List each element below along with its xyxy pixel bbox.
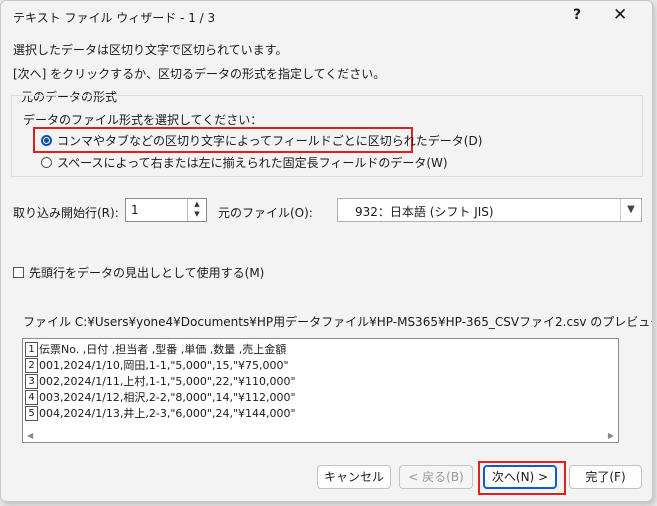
intro-line-2: [次へ] をクリックするか、区切るデータの形式を指定してください。 xyxy=(13,67,386,81)
origin-value: 932：日本語 (シフト JIS) xyxy=(355,205,494,219)
preview-row-text: 001,2024/1/10,岡田,1-1,"5,000",15,"¥75,000… xyxy=(39,359,289,372)
radio-unselected-icon xyxy=(41,157,52,168)
start-row-value: 1 xyxy=(131,203,139,217)
radio-fixed-width-label: スペースによって右または左に揃えられた固定長フィールドのデータ(W) xyxy=(57,156,448,170)
preview-row-number: 1 xyxy=(25,342,38,357)
finish-button[interactable]: 完了(F) xyxy=(569,465,642,489)
window-title: テキスト ファイル ウィザード - 1 / 3 xyxy=(13,11,216,25)
scroll-right-icon[interactable]: ▶ xyxy=(608,431,614,440)
preview-row-number: 3 xyxy=(25,374,38,389)
preview-row-number: 2 xyxy=(25,358,38,373)
preview-row-text: 003,2024/1/12,相沢,2-2,"8,000",14,"¥112,00… xyxy=(39,391,296,404)
preview-row: 4 003,2024/1/12,相沢,2-2,"8,000",14,"¥112,… xyxy=(25,390,296,405)
next-button[interactable]: 次へ(N) > xyxy=(483,465,557,489)
text-import-wizard-dialog: テキスト ファイル ウィザード - 1 / 3 ? ✕ 選択したデータは区切り文… xyxy=(0,0,653,502)
chevron-down-icon[interactable]: ▼ xyxy=(620,199,641,221)
back-button[interactable]: < 戻る(B) xyxy=(399,465,473,489)
title-bar: テキスト ファイル ウィザード - 1 / 3 ? ✕ xyxy=(1,1,652,33)
origin-select[interactable]: 932：日本語 (シフト JIS) ▼ xyxy=(337,198,642,222)
radio-delimited[interactable]: コンマやタブなどの区切り文字によってフィールドごとに区切られたデータ(D) xyxy=(41,132,482,149)
preview-row-number: 5 xyxy=(25,406,38,421)
radio-selected-icon xyxy=(41,135,52,146)
scroll-left-icon[interactable]: ◀ xyxy=(27,431,33,440)
preview-row: 1 伝票No. ,日付 ,担当者 ,型番 ,単価 ,数量 ,売上金額 xyxy=(25,342,286,357)
spin-up-icon[interactable]: ▲ xyxy=(188,199,206,209)
preview-label: ファイル C:¥Users¥yone4¥Documents¥HP用データファイル… xyxy=(23,315,653,329)
preview-row: 3 002,2024/1/11,上村,1-1,"5,000",22,"¥110,… xyxy=(25,374,296,389)
preview-row-number: 4 xyxy=(25,390,38,405)
preview-row-text: 伝票No. ,日付 ,担当者 ,型番 ,単価 ,数量 ,売上金額 xyxy=(39,343,287,356)
start-row-spinner[interactable]: ▲ ▼ xyxy=(187,199,206,221)
preview-row-text: 002,2024/1/11,上村,1-1,"5,000",22,"¥110,00… xyxy=(39,375,296,388)
preview-row-text: 004,2024/1/13,井上,2-3,"6,000",24,"¥144,00… xyxy=(39,407,296,420)
checkbox-icon[interactable] xyxy=(13,267,24,278)
header-checkbox-label: 先頭行をデータの見出しとして使用する(M) xyxy=(29,266,265,280)
intro-line-1: 選択したデータは区切り文字で区切られています。 xyxy=(13,43,288,57)
preview-row: 5 004,2024/1/13,井上,2-3,"6,000",24,"¥144,… xyxy=(25,406,296,421)
spin-down-icon[interactable]: ▼ xyxy=(188,209,206,219)
start-row-label: 取り込み開始行(R): xyxy=(13,206,119,220)
help-icon[interactable]: ? xyxy=(573,7,581,23)
header-checkbox[interactable]: 先頭行をデータの見出しとして使用する(M) xyxy=(13,264,264,281)
origin-label: 元のファイル(O): xyxy=(218,206,313,220)
cancel-button[interactable]: キャンセル xyxy=(317,465,391,489)
preview-box[interactable]: 1 伝票No. ,日付 ,担当者 ,型番 ,単価 ,数量 ,売上金額 2 001… xyxy=(22,338,619,443)
radio-delimited-label: コンマやタブなどの区切り文字によってフィールドごとに区切られたデータ(D) xyxy=(57,134,483,148)
radio-fixed-width[interactable]: スペースによって右または左に揃えられた固定長フィールドのデータ(W) xyxy=(41,154,448,171)
format-prompt: データのファイル形式を選択してください： xyxy=(23,113,263,127)
close-icon[interactable]: ✕ xyxy=(613,5,627,25)
preview-row: 2 001,2024/1/10,岡田,1-1,"5,000",15,"¥75,0… xyxy=(25,358,289,373)
